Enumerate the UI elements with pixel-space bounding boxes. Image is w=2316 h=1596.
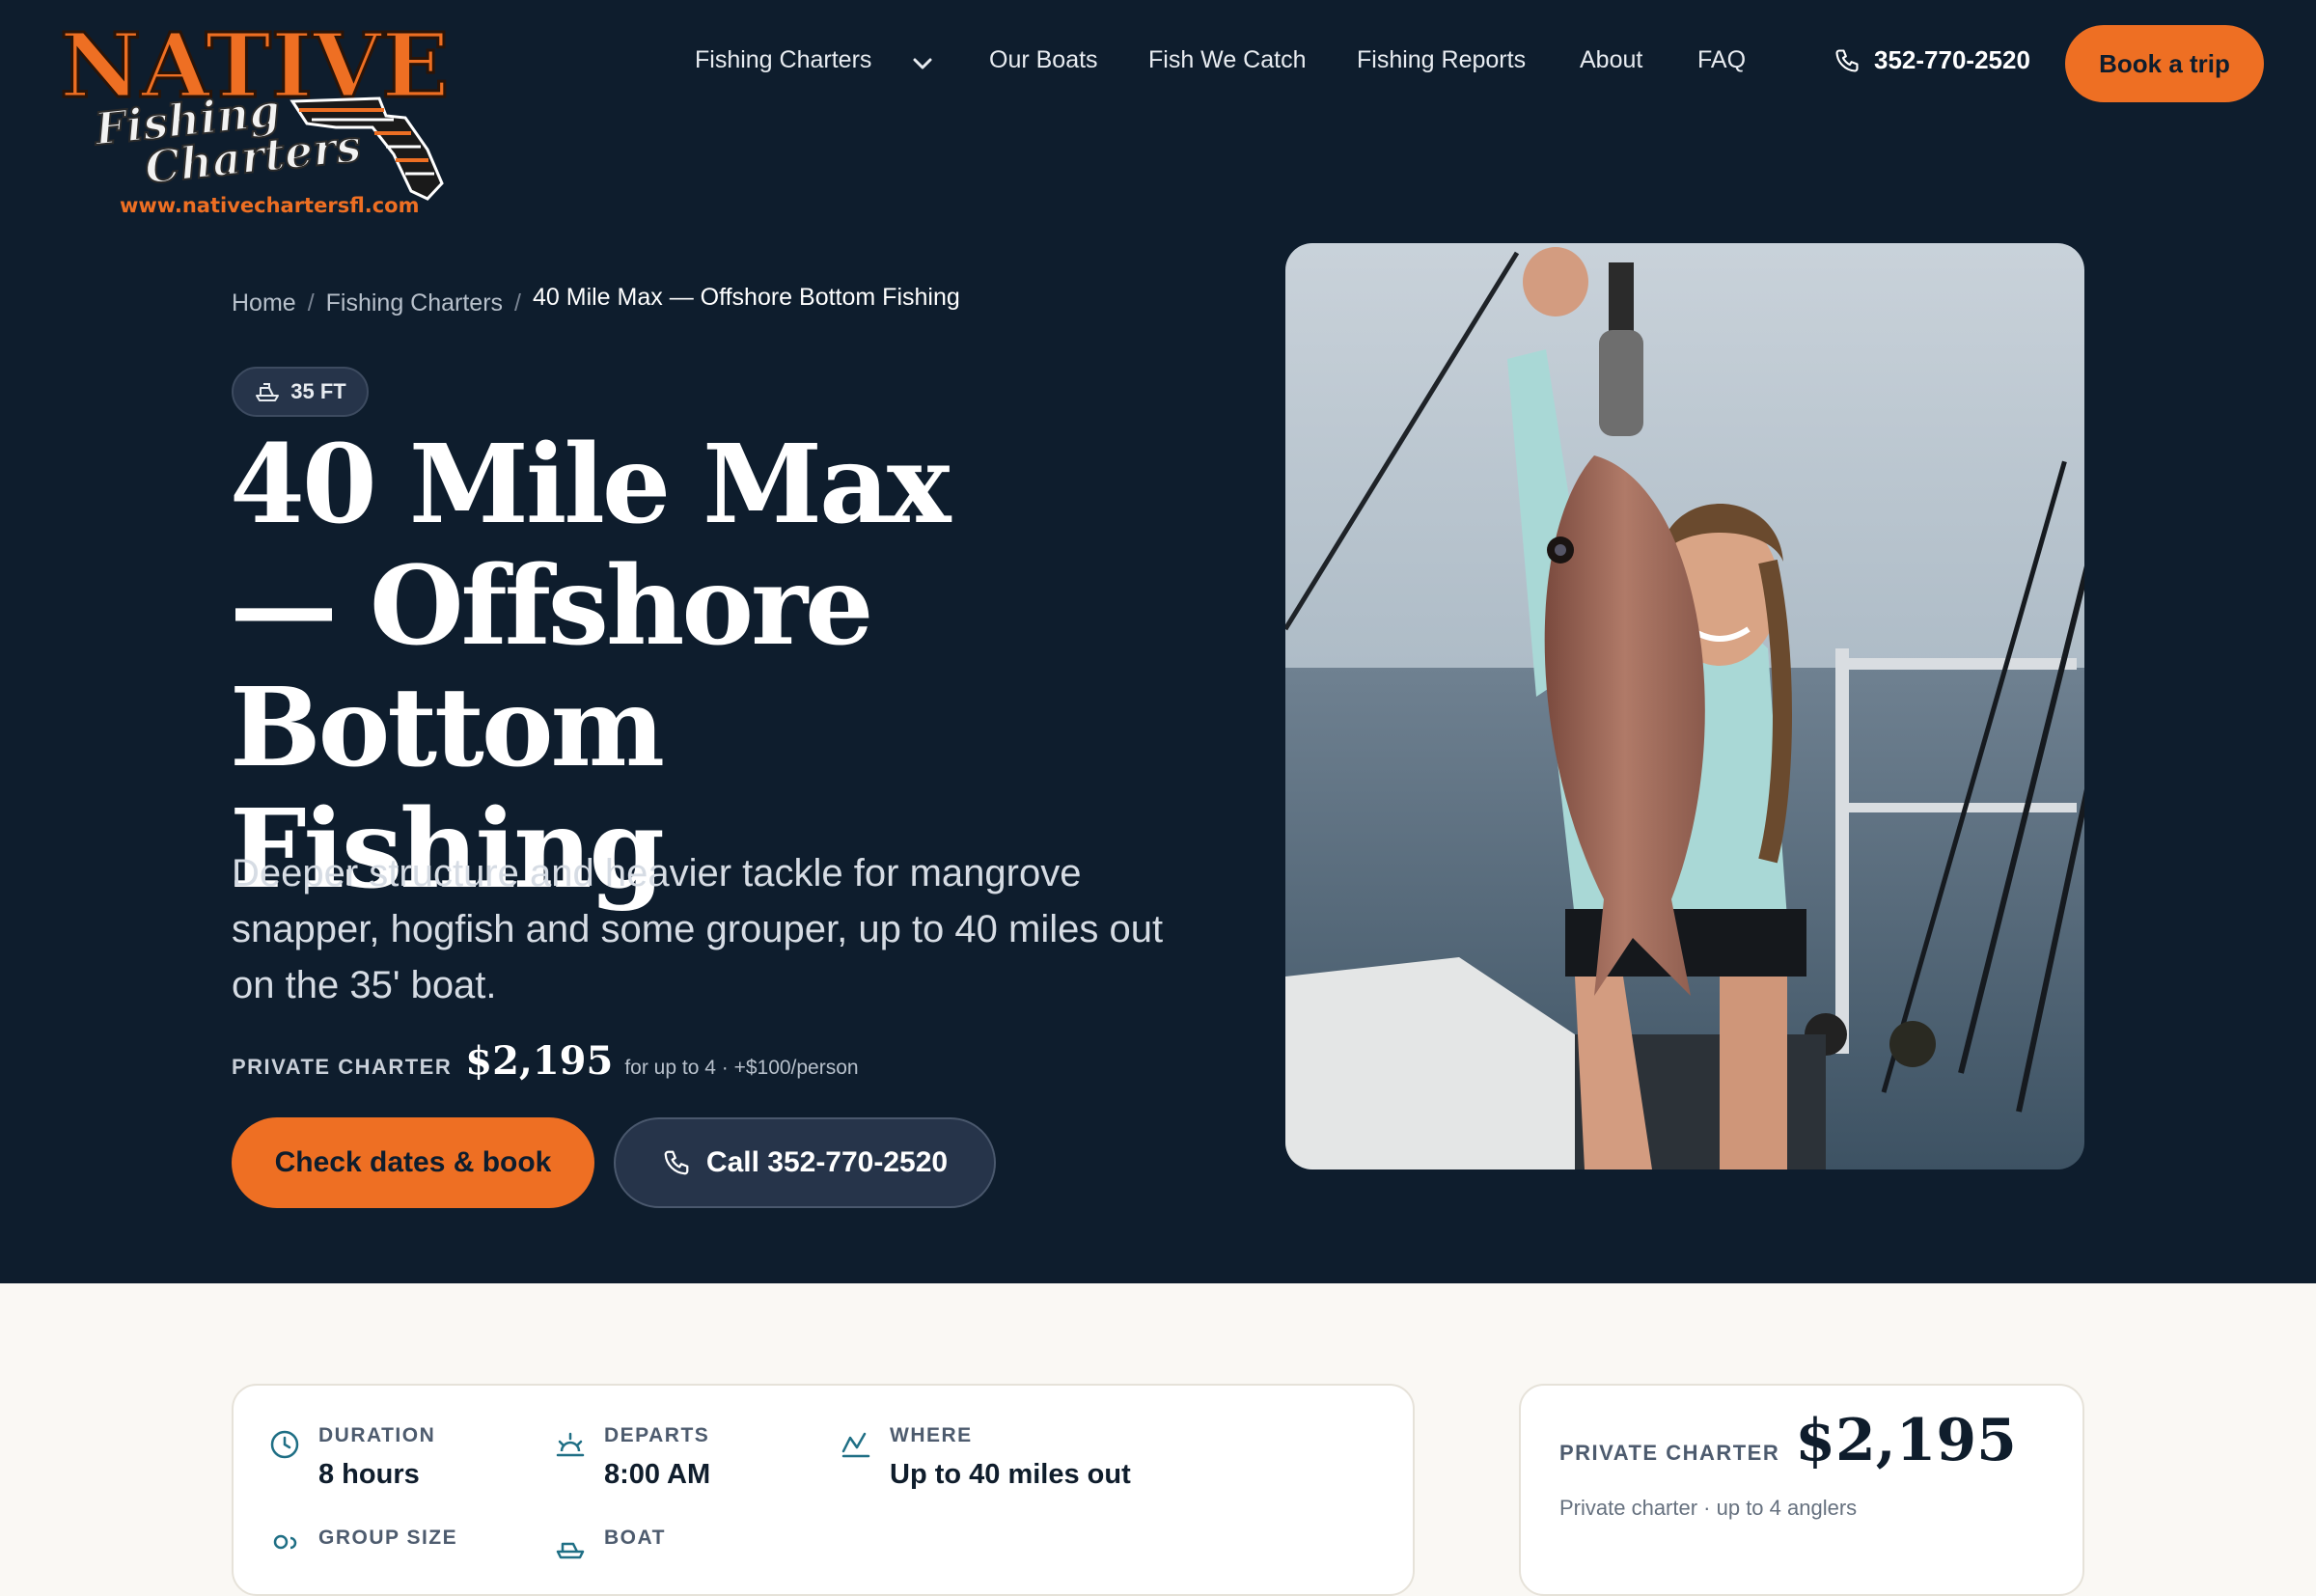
check-dates-button[interactable]: Check dates & book bbox=[232, 1117, 594, 1208]
logo-url: www.nativechartersfl.com bbox=[120, 194, 420, 217]
price-amount: $2,195 bbox=[465, 1038, 614, 1084]
call-button-label: Call 352-770-2520 bbox=[705, 1146, 949, 1178]
page-title: 40 Mile Max — Offshore Bottom Fishing bbox=[230, 425, 1060, 911]
charter-description: Deeper structure and heavier tackle for … bbox=[232, 852, 1164, 1006]
phone-icon bbox=[664, 1150, 689, 1175]
chevron-down-icon[interactable] bbox=[907, 50, 938, 77]
nav-phone-number: 352-770-2520 bbox=[1874, 45, 2030, 74]
hero-photo bbox=[1285, 243, 2084, 1169]
breadcrumb-current: 40 Mile Max — Offshore Bottom Fishing bbox=[533, 284, 960, 311]
angler-with-snapper-image bbox=[1285, 243, 2084, 1169]
boat-icon bbox=[556, 1542, 585, 1559]
clock-icon bbox=[270, 1430, 299, 1459]
breadcrumb-separator: / bbox=[307, 289, 315, 316]
detail-duration-value: 8 hours bbox=[318, 1459, 420, 1490]
boat-length-badge: 35 FT bbox=[232, 367, 369, 417]
detail-where-label: WHERE bbox=[890, 1424, 973, 1446]
nav-about[interactable]: About bbox=[1580, 46, 1642, 74]
call-button[interactable]: Call 352-770-2520 bbox=[614, 1117, 996, 1208]
title-line-1: 40 Mile Max bbox=[230, 422, 951, 548]
detail-departs-value: 8:00 AM bbox=[604, 1459, 711, 1490]
detail-group-size-label: GROUP SIZE bbox=[318, 1527, 458, 1549]
hero-section: NATIVE Fishing Charters www.nativecharte… bbox=[0, 0, 2316, 1283]
route-icon bbox=[841, 1432, 870, 1458]
nav-fishing-reports[interactable]: Fishing Reports bbox=[1357, 46, 1526, 74]
nav-our-boats[interactable]: Our Boats bbox=[989, 46, 1098, 74]
detail-departs-label: DEPARTS bbox=[604, 1424, 710, 1446]
badge-label: 35 FT bbox=[290, 379, 346, 403]
book-trip-button[interactable]: Book a trip bbox=[2065, 25, 2264, 102]
sunrise-icon bbox=[556, 1432, 585, 1457]
breadcrumb-fishing-charters[interactable]: Fishing Charters bbox=[326, 289, 503, 317]
nav-fish-we-catch[interactable]: Fish We Catch bbox=[1148, 46, 1306, 74]
price-note: for up to 4 · +$100/person bbox=[624, 1057, 859, 1079]
breadcrumb: Home / Fishing Charters / 40 Mile Max — … bbox=[232, 284, 960, 317]
price-card-note: Private charter · up to 4 anglers bbox=[1559, 1496, 1858, 1520]
breadcrumb-separator: / bbox=[514, 289, 521, 316]
boat-icon bbox=[256, 383, 280, 401]
phone-icon bbox=[1835, 48, 1859, 72]
detail-duration-label: DURATION bbox=[318, 1424, 436, 1446]
nav-phone-link[interactable]: 352-770-2520 bbox=[1834, 45, 2030, 75]
group-icon bbox=[273, 1534, 297, 1550]
nav-faq[interactable]: FAQ bbox=[1697, 46, 1746, 74]
detail-boat-label: BOAT bbox=[604, 1527, 666, 1549]
title-line-2: — Offshore bbox=[230, 543, 873, 670]
breadcrumb-home[interactable]: Home bbox=[232, 289, 296, 317]
trip-details-card: DURATION 8 hours DEPARTS 8:00 AM WHERE U… bbox=[232, 1384, 1415, 1596]
hero-price: PRIVATE CHARTER $2,195 for up to 4 · +$1… bbox=[232, 1038, 859, 1084]
price-card-label: PRIVATE CHARTER bbox=[1559, 1441, 1780, 1465]
site-logo[interactable]: NATIVE Fishing Charters www.nativecharte… bbox=[46, 10, 481, 227]
nav-fishing-charters[interactable]: Fishing Charters bbox=[695, 46, 871, 74]
price-card-amount: $2,195 bbox=[1795, 1407, 2017, 1474]
detail-where-value: Up to 40 miles out bbox=[890, 1459, 1131, 1490]
booking-price-card: PRIVATE CHARTER $2,195 Private charter ·… bbox=[1519, 1384, 2084, 1596]
price-card-header: PRIVATE CHARTER $2,195 bbox=[1559, 1407, 2017, 1474]
price-label: PRIVATE CHARTER bbox=[232, 1055, 453, 1079]
